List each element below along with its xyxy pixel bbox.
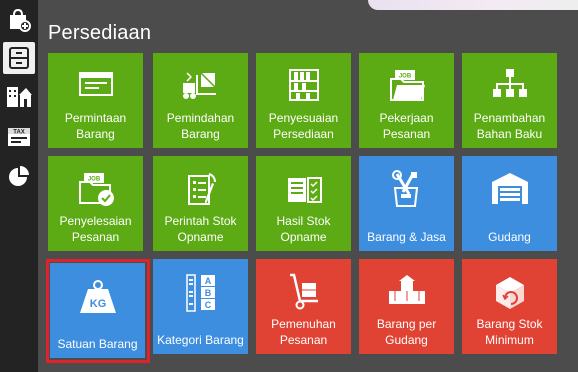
job-folder-icon: JOB: [359, 67, 454, 103]
tile-label: Penambahan Bahan Baku: [473, 111, 546, 141]
tile-barang-per-gudang[interactable]: Barang per Gudang: [359, 259, 454, 354]
tile-label: Barang per Gudang: [376, 317, 437, 347]
pie-chart-icon[interactable]: [3, 160, 35, 192]
selection-highlight: [46, 259, 150, 363]
tile-label: Penyesuaian Persediaan: [268, 111, 339, 141]
tile-label: Pemenuhan Pesanan: [271, 317, 336, 347]
tile-barang-jasa[interactable]: Barang & Jasa: [359, 156, 454, 251]
svg-text:C: C: [204, 300, 211, 310]
stacked-boxes-icon: [359, 273, 454, 309]
svg-text:A: A: [204, 276, 211, 286]
tile-permintaan-barang[interactable]: Permintaan Barang: [48, 53, 143, 148]
tile-penyelesaian-pesanan[interactable]: JOB Penyelesaian Pesanan: [48, 156, 143, 251]
sidebar: TAX: [0, 0, 38, 372]
shop-add-icon[interactable]: [3, 4, 35, 36]
svg-text:B: B: [204, 288, 211, 298]
svg-text:TAX: TAX: [13, 130, 25, 136]
forklift-icon: [153, 67, 248, 103]
checklist-result-icon: [256, 170, 351, 206]
cabinet-icon[interactable]: [3, 42, 35, 74]
shelves-icon: [256, 67, 351, 103]
top-banner-strip: [368, 0, 578, 10]
tile-kategori-barang[interactable]: ABC Kategori Barang: [153, 259, 248, 354]
abc-category-icon: ABC: [153, 271, 248, 312]
tile-label: Pemindahan Barang: [166, 111, 235, 141]
tile-penyesuaian-persediaan[interactable]: Penyesuaian Persediaan: [256, 53, 351, 148]
building-icon[interactable]: [3, 80, 35, 112]
warehouse-icon: [462, 170, 557, 206]
tools-box-icon: [359, 170, 454, 207]
tile-gudang[interactable]: Gudang: [462, 156, 557, 251]
checklist-pencil-icon: [153, 170, 248, 206]
tile-label: Barang & Jasa: [367, 230, 446, 244]
tile-barang-stok-minimum[interactable]: Barang Stok Minimum: [462, 259, 557, 354]
tile-penambahan-bahan-baku[interactable]: Penambahan Bahan Baku: [462, 53, 557, 148]
hand-truck-icon: [256, 271, 351, 310]
tile-label: Hasil Stok Opname: [276, 214, 331, 244]
request-icon: [48, 67, 143, 103]
tile-label: Kategori Barang: [157, 333, 244, 347]
tile-label: Permintaan Barang: [64, 111, 127, 141]
job-done-icon: JOB: [48, 170, 143, 206]
tile-pemindahan-barang[interactable]: Pemindahan Barang: [153, 53, 248, 148]
tile-label: Pekerjaan Pesanan: [379, 111, 434, 141]
tax-icon[interactable]: TAX: [3, 120, 35, 152]
tile-label: Barang Stok Minimum: [476, 317, 543, 347]
tile-label: Perintah Stok Opname: [164, 214, 237, 244]
tile-pemenuhan-pesanan[interactable]: Pemenuhan Pesanan: [256, 259, 351, 354]
tile-perintah-stok-opname[interactable]: Perintah Stok Opname: [153, 156, 248, 251]
tile-pekerjaan-pesanan[interactable]: JOB Pekerjaan Pesanan: [359, 53, 454, 148]
page-title: Persediaan: [48, 22, 152, 44]
tile-label: Penyelesaian Pesanan: [59, 214, 132, 244]
tile-hasil-stok-opname[interactable]: Hasil Stok Opname: [256, 156, 351, 251]
box-refresh-icon: [462, 271, 557, 309]
tile-label: Gudang: [488, 230, 531, 244]
hierarchy-boxes-icon: [462, 67, 557, 103]
